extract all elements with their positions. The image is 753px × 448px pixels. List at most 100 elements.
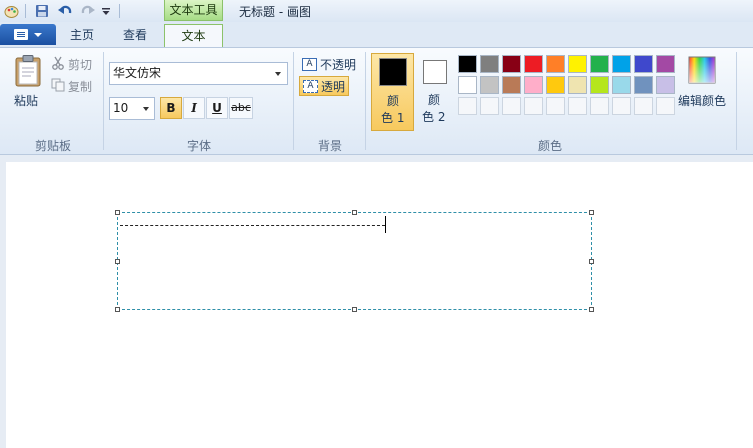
palette-color-swatch[interactable]	[546, 76, 565, 94]
tab-view[interactable]: 查看	[113, 24, 157, 46]
opaque-option[interactable]: A 不透明	[299, 54, 359, 74]
paint-menu-button[interactable]	[0, 24, 56, 45]
group-divider	[293, 52, 294, 150]
clipboard-icon	[15, 55, 41, 90]
color2-label-line2: 色 2	[422, 110, 446, 124]
text-tools-context-header: 文本工具	[164, 0, 223, 21]
palette-empty-swatch[interactable]	[568, 97, 587, 115]
resize-handle-right[interactable]	[589, 259, 594, 264]
palette-color-swatch[interactable]	[612, 76, 631, 94]
color2-button[interactable]: 颜 色 2	[416, 53, 452, 131]
palette-empty-swatch[interactable]	[458, 97, 477, 115]
palette-empty-swatch[interactable]	[480, 97, 499, 115]
color1-label-line1: 颜	[387, 94, 400, 108]
palette-color-swatch[interactable]	[480, 76, 499, 94]
palette-color-swatch[interactable]	[546, 55, 565, 73]
font-size-value: 10	[113, 101, 129, 115]
copy-label: 复制	[68, 79, 93, 94]
chevron-down-icon	[34, 32, 42, 37]
customize-quick-access-icon[interactable]	[98, 3, 114, 19]
opaque-label: 不透明	[320, 57, 357, 72]
palette-color-swatch[interactable]	[502, 76, 521, 94]
transparent-label: 透明	[321, 79, 346, 94]
resize-handle-left[interactable]	[115, 259, 120, 264]
color1-label-line2: 色 1	[381, 111, 405, 125]
palette-color-swatch[interactable]	[612, 55, 631, 73]
palette-color-swatch[interactable]	[590, 55, 609, 73]
palette-empty-swatch[interactable]	[546, 97, 565, 115]
color1-swatch	[379, 58, 407, 86]
text-input-box[interactable]	[117, 212, 592, 310]
resize-handle-top[interactable]	[352, 210, 357, 215]
palette-color-swatch[interactable]	[568, 76, 587, 94]
palette-empty-swatch[interactable]	[612, 97, 631, 115]
paint-app-icon[interactable]	[3, 3, 19, 19]
chevron-down-icon	[275, 72, 281, 76]
window-title: 无标题 - 画图	[239, 5, 311, 19]
resize-handle-bottom[interactable]	[352, 307, 357, 312]
font-size-select[interactable]: 10	[109, 97, 155, 120]
bold-button[interactable]: B	[160, 97, 182, 119]
colors-group-label: 颜色	[537, 139, 562, 153]
font-group-label: 字体	[186, 139, 211, 153]
resize-handle-top-left[interactable]	[115, 210, 120, 215]
undo-icon[interactable]	[57, 3, 73, 19]
transparent-option[interactable]: A 透明	[299, 76, 350, 96]
palette-color-swatch[interactable]	[634, 55, 653, 73]
text-cursor	[385, 216, 386, 233]
chevron-down-icon	[143, 107, 149, 111]
rainbow-icon	[688, 56, 716, 87]
underline-button[interactable]: U	[206, 97, 228, 119]
italic-button[interactable]: I	[183, 97, 205, 119]
copy-button[interactable]: 复制	[51, 77, 92, 95]
cut-button[interactable]: 剪切	[51, 55, 92, 73]
font-family-select[interactable]: 华文仿宋	[109, 62, 288, 85]
quick-access-divider	[119, 4, 120, 18]
strikethrough-button[interactable]: abc	[229, 97, 253, 119]
cut-label: 剪切	[68, 57, 93, 72]
resize-handle-top-right[interactable]	[589, 210, 594, 215]
color2-label-line1: 颜	[428, 93, 441, 107]
resize-handle-bottom-left[interactable]	[115, 307, 120, 312]
edit-colors-button[interactable]: 编辑颜色	[676, 55, 728, 111]
redo-icon[interactable]	[79, 3, 95, 19]
document-icon	[14, 29, 28, 40]
paste-label: 粘贴	[14, 94, 39, 108]
background-group-label: 背景	[317, 139, 342, 153]
opaque-background-icon: A	[302, 57, 317, 71]
palette-color-swatch[interactable]	[502, 55, 521, 73]
palette-color-swatch[interactable]	[656, 76, 675, 94]
palette-empty-swatch[interactable]	[524, 97, 543, 115]
palette-color-swatch[interactable]	[458, 76, 477, 94]
clipboard-group-label: 剪贴板	[34, 139, 71, 153]
paste-button[interactable]: 粘贴	[8, 55, 46, 111]
tab-text[interactable]: 文本	[164, 24, 223, 48]
palette-color-swatch[interactable]	[656, 55, 675, 73]
font-family-value: 华文仿宋	[113, 66, 162, 80]
text-baseline	[120, 225, 385, 226]
palette-color-swatch[interactable]	[524, 76, 543, 94]
quick-access-divider	[25, 4, 26, 18]
palette-empty-swatch[interactable]	[590, 97, 609, 115]
palette-color-swatch[interactable]	[524, 55, 543, 73]
resize-handle-bottom-right[interactable]	[589, 307, 594, 312]
save-icon[interactable]	[34, 3, 50, 19]
palette-empty-swatch[interactable]	[502, 97, 521, 115]
palette-color-swatch[interactable]	[480, 55, 499, 73]
transparent-background-icon: A	[303, 79, 318, 93]
palette-color-swatch[interactable]	[634, 76, 653, 94]
palette-empty-swatch[interactable]	[656, 97, 675, 115]
copy-icon	[51, 78, 65, 95]
group-divider	[365, 52, 366, 150]
palette-empty-swatch[interactable]	[634, 97, 653, 115]
color2-swatch	[423, 60, 447, 84]
palette-color-swatch[interactable]	[458, 55, 477, 73]
group-divider	[736, 52, 737, 150]
group-divider	[103, 52, 104, 150]
scissors-icon	[51, 56, 65, 73]
palette-color-swatch[interactable]	[590, 76, 609, 94]
palette-color-swatch[interactable]	[568, 55, 587, 73]
edit-colors-label: 编辑颜色	[678, 94, 727, 108]
tab-home[interactable]: 主页	[61, 24, 103, 46]
color1-button[interactable]: 颜 色 1	[371, 53, 414, 131]
